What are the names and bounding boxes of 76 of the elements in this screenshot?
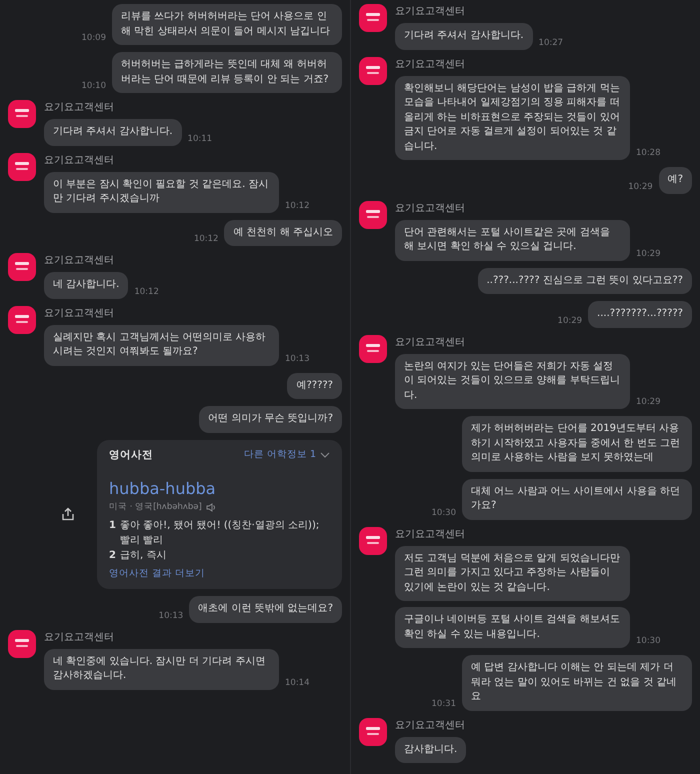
- message-bubble: 논란의 여지가 있는 단어들은 저희가 자동 설정이 되어있는 것들이 있으므로 양해를 부탁드립니다.: [395, 354, 630, 409]
- sender-name: 요기요고객센터: [44, 630, 115, 645]
- message-time: 10:29: [628, 180, 653, 194]
- more-results-link[interactable]: 영어사전 결과 더보기: [109, 567, 206, 582]
- message-time: 10:11: [188, 132, 212, 146]
- message-time: 10:30: [636, 635, 660, 648]
- sender-name: 요기요고객센터: [395, 336, 466, 350]
- message-bubble: 이 부분은 잠시 확인이 필요할 것 같은데요. 잠시만 기다려 주시겠습니까: [44, 172, 279, 212]
- message-bubble: 실례지만 혹시 고객님께서는 어떤의미로 사용하시려는 것인지 여쭤봐도 될까요?: [44, 324, 279, 366]
- message-time: 10:13: [285, 352, 310, 366]
- avatar-icon: [359, 56, 387, 84]
- sender-name: 요기요고객센터: [44, 154, 115, 168]
- message-time: 10:12: [134, 286, 159, 298]
- message-time: 10:12: [194, 233, 218, 246]
- sender-name: 요기요고객센터: [44, 306, 115, 320]
- message-time: 10:13: [158, 610, 184, 623]
- message-bubble: 어떤 의미가 무슨 뜻입니까?: [199, 406, 342, 432]
- avatar-icon: [359, 334, 387, 362]
- definition-text: 급히, 즉시: [120, 549, 166, 563]
- chevron-down-icon: [320, 452, 330, 458]
- message-bubble: 제가 허버허버라는 단어를 2019년도부터 사용하기 시작하였고 사용자들 중에서 한 번도 그런 의미로 사용하는 사람을 보지 못하였는데: [462, 416, 692, 472]
- sender-name: 요기요고객센터: [395, 202, 466, 216]
- definition-text: 좋아 좋아!, 됐어 됐어! ((칭찬·열광의 소리)); 빨리 빨리: [120, 519, 320, 548]
- message-time: 10:12: [285, 200, 310, 212]
- message-time: 10:10: [82, 80, 106, 93]
- message-bubble: ..???...???? 진심으로 그런 뜻이 있다고요??: [478, 268, 692, 294]
- message-time: 10:30: [432, 506, 456, 520]
- sender-name: 요기요고객센터: [44, 101, 115, 115]
- avatar-icon: [8, 152, 36, 180]
- sender-name: 요기요고객센터: [395, 5, 466, 19]
- message-bubble: 확인해보니 해당단어는 남성이 밥을 급하게 먹는 모습을 나타내어 일제강점기의 징용 피해자를 떠올리게 하는 비하표현으로 주장되는 것들이 있어 금지 단어로 자동 걸르게 설정이 되어있는 것 같습니다.: [395, 76, 630, 160]
- message-bubble: 네 확인중에 있습니다. 잠시만 더 기다려 주시면 감사하겠습니다.: [44, 648, 279, 690]
- message-time: 10:27: [538, 36, 564, 50]
- avatar-icon: [359, 4, 387, 32]
- message-time: 10:29: [558, 314, 582, 328]
- avatar-icon: [359, 200, 387, 228]
- pronunciation: 미국 · 영국[hʌbəhʌbə]: [109, 501, 202, 514]
- message-time: 10:28: [636, 147, 660, 160]
- message-time: 10:29: [636, 396, 660, 409]
- avatar-icon: [8, 253, 36, 281]
- message-bubble: 기다려 주셔서 감사합니다.: [44, 119, 182, 146]
- message-bubble: 단어 관련해서는 포털 사이트같은 곳에 검색을 해 보시면 확인 하실 수 있으실 겁니다.: [395, 220, 630, 260]
- message-bubble: 예 천천히 해 주십시오: [224, 220, 342, 246]
- message-bubble: 애초에 이런 뜻밖에 없는데요?: [189, 596, 342, 623]
- message-bubble: 예 답변 감사합니다 이해는 안 되는데 제가 더 뭐라 얹는 말이 있어도 바뀌는 건 없을 것 같네요: [462, 655, 692, 710]
- message-bubble: 허버허버는 급하게라는 뜻인데 대체 왜 허버허버라는 단어 때문에 리뷰 등록이 안 되는 거죠?: [112, 52, 342, 93]
- other-info-link[interactable]: 다른 어학정보 1: [244, 448, 316, 462]
- avatar-icon: [8, 100, 36, 128]
- message-bubble: 예?????: [287, 372, 342, 399]
- share-icon: [61, 507, 75, 522]
- headword: hubba-hubba: [109, 478, 217, 500]
- message-time: 10:09: [82, 32, 106, 45]
- definition-number: 1: [109, 519, 116, 533]
- message-bubble: 저도 고객님 덕분에 처음으로 알게 되었습니다만 그런 의미를 가지고 있다고 주장하는 사람들이 있기에 논란이 있는 것 같습니다.: [395, 546, 630, 601]
- message-time: 10:29: [636, 248, 660, 260]
- message-bubble: 리뷰를 쓰다가 허버허버라는 단어 사용으로 인해 막힌 상태라서 의문이 들어 메시지 남깁니다: [112, 4, 342, 45]
- sender-name: 요기요고객센터: [44, 254, 115, 268]
- avatar-icon: [359, 718, 387, 746]
- message-bubble: 구글이나 네이버등 포털 사이트 검색을 해보셔도 확인 하실 수 있는 내용입니다.: [395, 607, 630, 648]
- avatar-icon: [359, 526, 387, 554]
- avatar-icon: [8, 306, 36, 334]
- speaker-icon: [206, 503, 216, 512]
- definition-number: 2: [109, 549, 116, 563]
- avatar-icon: [8, 630, 36, 658]
- message-bubble: 기다려 주셔서 감사합니다.: [395, 23, 533, 50]
- message-bubble: 네 감사합니다.: [44, 272, 128, 298]
- dictionary-title: 영어사전: [109, 448, 153, 462]
- message-time: 10:31: [432, 698, 456, 710]
- message-bubble: 대체 어느 사람과 어느 사이트에서 사용을 하던가요?: [462, 478, 692, 520]
- message-time: 10:14: [285, 677, 310, 690]
- message-bubble: ....???????...?????: [588, 301, 692, 328]
- message-bubble: 감사합니다.: [395, 736, 466, 763]
- sender-name: 요기요고객센터: [395, 718, 466, 732]
- sender-name: 요기요고객센터: [395, 58, 466, 72]
- message-bubble: 예?: [658, 167, 692, 194]
- sender-name: 요기요고객센터: [395, 528, 466, 542]
